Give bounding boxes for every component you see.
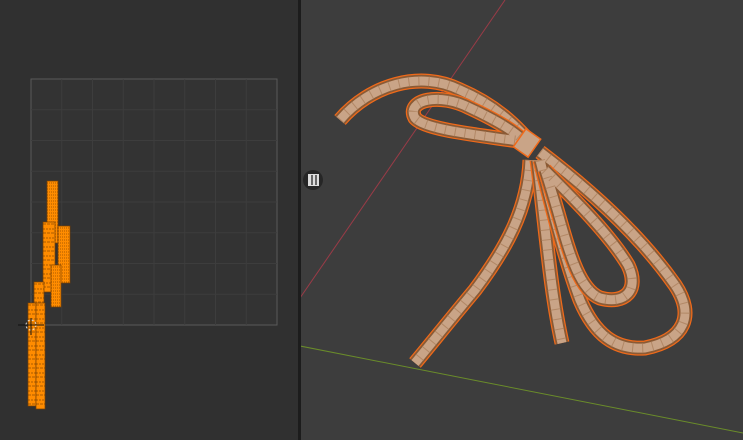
uv-editor[interactable] xyxy=(0,0,298,440)
uv-canvas[interactable] xyxy=(0,0,298,440)
bow-tail-left[interactable] xyxy=(409,159,538,368)
y-axis-line xyxy=(301,345,743,434)
3d-viewport[interactable] xyxy=(301,0,743,440)
x-axis-line xyxy=(301,0,506,298)
uv-grid xyxy=(30,78,278,326)
checker-texture-icon xyxy=(307,174,319,186)
viewport-canvas[interactable] xyxy=(301,0,743,440)
overlay-toggle-button[interactable] xyxy=(303,170,323,190)
bow-mesh[interactable] xyxy=(334,73,693,368)
uv-island[interactable] xyxy=(50,264,62,308)
bow-top-loop[interactable] xyxy=(405,91,531,150)
uv-island[interactable] xyxy=(27,302,37,407)
